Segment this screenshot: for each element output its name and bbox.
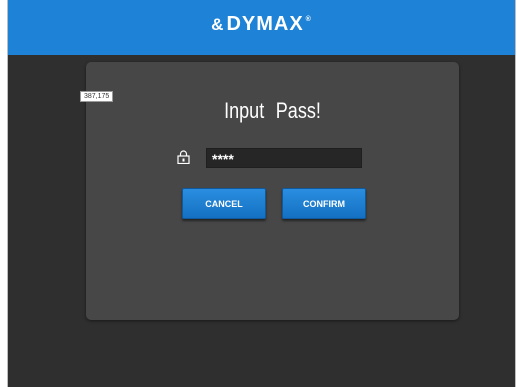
dialog-title: Input Pass! [224,98,321,123]
password-input[interactable]: **** [206,148,362,168]
logo-registered: ® [305,16,312,23]
logo-mark: & [211,14,225,34]
header-bar: & DYMAX ® [8,0,515,55]
password-dialog: Input Pass! **** CANCEL CONFIRM [86,62,459,320]
logo-text: DYMAX [226,13,304,35]
coordinate-badge: 387,175 [80,91,114,102]
app-frame: & DYMAX ® Input Pass! **** CANCEL CONFIR… [7,0,516,387]
cancel-button[interactable]: CANCEL [182,188,266,219]
confirm-button[interactable]: CONFIRM [282,188,366,219]
brand-logo: & DYMAX ® [211,13,312,36]
padlock-icon [177,150,190,164]
